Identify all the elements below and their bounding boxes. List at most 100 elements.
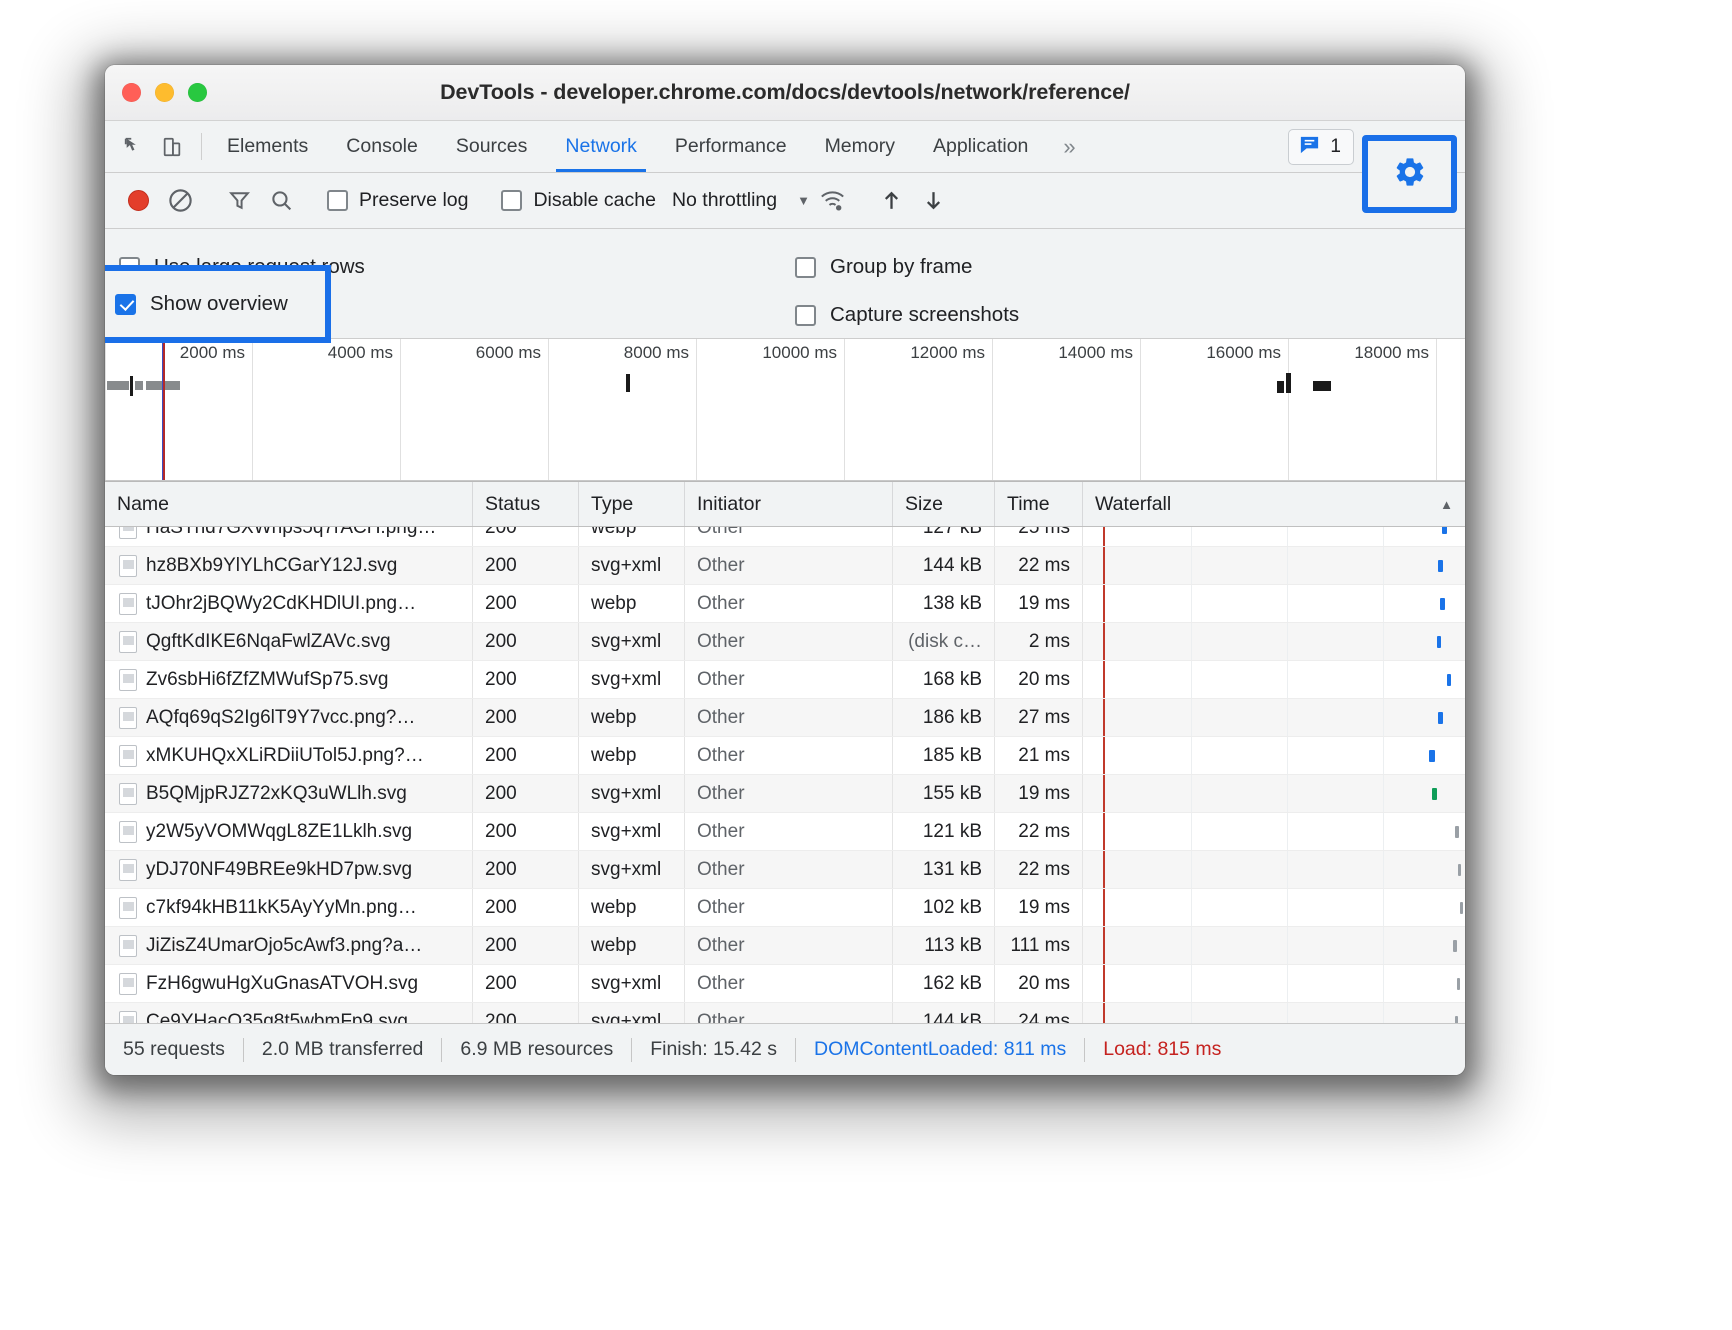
cell-type: svg+xml xyxy=(579,661,685,698)
show-overview-highlight[interactable]: Show overview xyxy=(105,265,331,343)
cell-waterfall[interactable] xyxy=(1083,965,1465,1002)
preserve-log-box[interactable] xyxy=(327,190,348,211)
overview-activity-bar xyxy=(130,376,133,396)
table-row[interactable]: c7kf94kHB11kK5AyYyMn.png… 200 webp Other 102… xyxy=(105,889,1465,927)
preserve-log-checkbox[interactable]: Preserve log xyxy=(321,189,474,212)
overview-activity-bar xyxy=(626,374,630,392)
column-header-type[interactable]: Type xyxy=(579,482,685,526)
cell-name[interactable]: Ce9YHacO35q8t5wbmFp9.svg xyxy=(105,1003,473,1023)
disable-cache-checkbox[interactable]: Disable cache xyxy=(495,189,661,212)
cell-waterfall[interactable] xyxy=(1083,623,1465,660)
clear-network-log-icon[interactable] xyxy=(161,182,199,220)
cell-name[interactable]: hz8BXb9YlYLhCGarY12J.svg xyxy=(105,547,473,584)
cell-name[interactable]: y2W5yVOMWqgL8ZE1Lklh.svg xyxy=(105,813,473,850)
waterfall-load-marker xyxy=(1103,547,1105,584)
cell-name[interactable]: AQfq69qS2Ig6lT9Y7vcc.png?… xyxy=(105,699,473,736)
waterfall-gridline xyxy=(1287,661,1288,698)
disable-cache-box[interactable] xyxy=(501,190,523,211)
cell-waterfall[interactable] xyxy=(1083,527,1465,546)
cell-name[interactable]: c7kf94kHB11kK5AyYyMn.png… xyxy=(105,889,473,926)
waterfall-gridline xyxy=(1383,585,1384,622)
cell-name[interactable]: QgftKdIKE6NqaFwlZAVc.svg xyxy=(105,623,473,660)
inspect-element-icon[interactable] xyxy=(119,132,149,162)
tab-console[interactable]: Console xyxy=(327,121,437,172)
tab-sources[interactable]: Sources xyxy=(437,121,547,172)
tab-elements[interactable]: Elements xyxy=(208,121,327,172)
table-row[interactable]: xMKUHQxXLiRDiiUTol5J.png?… 200 webp Other 18… xyxy=(105,737,1465,775)
table-row[interactable]: AQfq69qS2Ig6lT9Y7vcc.png?… 200 webp Other 18… xyxy=(105,699,1465,737)
group-by-frame-checkbox[interactable]: Group by frame xyxy=(795,255,972,279)
cell-waterfall[interactable] xyxy=(1083,927,1465,964)
cell-waterfall[interactable] xyxy=(1083,1003,1465,1023)
cell-type: webp xyxy=(579,527,685,546)
cell-name[interactable]: HaSTnd7GXWhps5q7rACH.png… xyxy=(105,527,473,546)
cell-waterfall[interactable] xyxy=(1083,661,1465,698)
table-row[interactable]: hz8BXb9YlYLhCGarY12J.svg 200 svg+xml Other 1… xyxy=(105,547,1465,585)
cell-name[interactable]: yDJ70NF49BREe9kHD7pw.svg xyxy=(105,851,473,888)
capture-screenshots-checkbox[interactable]: Capture screenshots xyxy=(795,303,1019,327)
cell-waterfall[interactable] xyxy=(1083,889,1465,926)
tab-application[interactable]: Application xyxy=(914,121,1047,172)
table-row[interactable]: HaSTnd7GXWhps5q7rACH.png… 200 webp Other 127… xyxy=(105,527,1465,547)
capture-screenshots-box[interactable] xyxy=(795,304,816,326)
network-settings-gear-icon[interactable] xyxy=(1393,155,1427,194)
table-row[interactable]: QgftKdIKE6NqaFwlZAVc.svg 200 svg+xml Other(… xyxy=(105,623,1465,661)
window-controls[interactable] xyxy=(105,83,207,102)
table-row[interactable]: tJOhr2jBQWy2CdKHDlUI.png… 200 webp Other 138… xyxy=(105,585,1465,623)
network-conditions-wifi-icon[interactable] xyxy=(814,182,852,220)
table-row[interactable]: FzH6gwuHgXuGnasATVOH.svg 200 svg+xml Other 1… xyxy=(105,965,1465,1003)
maximize-window-button[interactable] xyxy=(188,83,207,102)
record-stop-icon[interactable] xyxy=(119,182,157,220)
file-image-icon xyxy=(119,934,137,957)
cell-type: svg+xml xyxy=(579,813,685,850)
column-header-name[interactable]: Name xyxy=(105,482,473,526)
network-toolbar: Preserve log Disable cache No throttling… xyxy=(105,135,1465,229)
column-header-status[interactable]: Status xyxy=(473,482,579,526)
device-toolbar-icon[interactable] xyxy=(157,132,187,162)
cell-name[interactable]: xMKUHQxXLiRDiiUTol5J.png?… xyxy=(105,737,473,774)
table-row[interactable]: yDJ70NF49BREe9kHD7pw.svg 200 svg+xml Other 1… xyxy=(105,851,1465,889)
search-icon[interactable] xyxy=(262,182,300,220)
issues-button[interactable]: 1 xyxy=(1288,128,1354,165)
column-header-initiator[interactable]: Initiator xyxy=(685,482,893,526)
cell-name[interactable]: tJOhr2jBQWy2CdKHDlUI.png… xyxy=(105,585,473,622)
waterfall-gridline xyxy=(1383,547,1384,584)
cell-time: 19 ms xyxy=(995,775,1083,812)
table-row[interactable]: JiZisZ4UmarOjo5cAwf3.png?a… 200 webp Other 1… xyxy=(105,927,1465,965)
tab-performance[interactable]: Performance xyxy=(656,121,806,172)
table-row[interactable]: Ce9YHacO35q8t5wbmFp9.svg 200 svg+xml Other 1… xyxy=(105,1003,1465,1023)
tab-network[interactable]: Network xyxy=(546,121,656,172)
throttling-dropdown[interactable]: No throttling ▼ xyxy=(666,189,810,212)
table-row[interactable]: B5QMjpRJZ72xKQ3uWLlh.svg 200 svg+xml Other 1… xyxy=(105,775,1465,813)
group-by-frame-box[interactable] xyxy=(795,256,816,278)
more-tabs-chevron-icon[interactable]: » xyxy=(1047,121,1091,172)
table-row[interactable]: y2W5yVOMWqgL8ZE1Lklh.svg 200 svg+xml Other 1… xyxy=(105,813,1465,851)
cell-name[interactable]: FzH6gwuHgXuGnasATVOH.svg xyxy=(105,965,473,1002)
cell-waterfall[interactable] xyxy=(1083,585,1465,622)
network-settings-gear-highlight[interactable] xyxy=(1362,135,1457,213)
column-header-waterfall[interactable]: Waterfall ▲ xyxy=(1083,482,1465,526)
column-header-time[interactable]: Time xyxy=(995,482,1083,526)
cell-waterfall[interactable] xyxy=(1083,547,1465,584)
import-har-icon[interactable] xyxy=(873,182,911,220)
network-overview-timeline[interactable]: 2000 ms 4000 ms 6000 ms 8000 ms 10000 ms… xyxy=(105,339,1465,481)
cell-waterfall[interactable] xyxy=(1083,851,1465,888)
cell-name[interactable]: Zv6sbHi6fZfZMWufSp75.svg xyxy=(105,661,473,698)
file-image-icon xyxy=(119,554,137,577)
cell-name[interactable]: JiZisZ4UmarOjo5cAwf3.png?a… xyxy=(105,927,473,964)
close-window-button[interactable] xyxy=(122,83,141,102)
cell-waterfall[interactable] xyxy=(1083,737,1465,774)
filter-icon[interactable] xyxy=(220,182,258,220)
export-har-icon[interactable] xyxy=(915,182,953,220)
minimize-window-button[interactable] xyxy=(155,83,174,102)
tab-memory[interactable]: Memory xyxy=(806,121,914,172)
cell-waterfall[interactable] xyxy=(1083,775,1465,812)
table-row[interactable]: Zv6sbHi6fZfZMWufSp75.svg 200 svg+xml Other 1… xyxy=(105,661,1465,699)
window-title: DevTools - developer.chrome.com/docs/dev… xyxy=(440,80,1130,104)
cell-name[interactable]: B5QMjpRJZ72xKQ3uWLlh.svg xyxy=(105,775,473,812)
show-overview-box[interactable] xyxy=(115,293,136,315)
cell-waterfall[interactable] xyxy=(1083,813,1465,850)
cell-waterfall[interactable] xyxy=(1083,699,1465,736)
table-body[interactable]: HaSTnd7GXWhps5q7rACH.png… 200 webp Other 127… xyxy=(105,527,1465,1023)
column-header-size[interactable]: Size xyxy=(893,482,995,526)
